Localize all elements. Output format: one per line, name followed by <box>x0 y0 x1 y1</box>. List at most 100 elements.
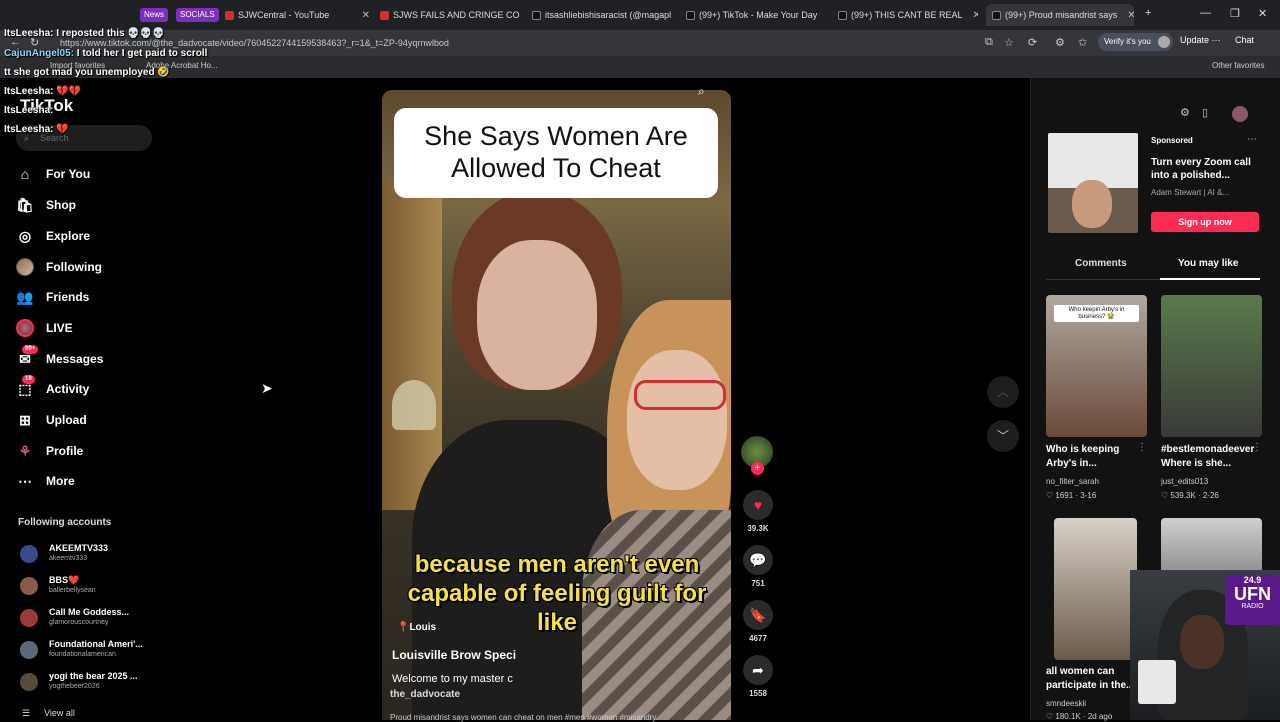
ad-text[interactable]: Turn every Zoom call into a polished... <box>1151 156 1261 182</box>
close-tab-icon[interactable]: ✕ <box>966 10 978 21</box>
sync-icon[interactable]: ⟳ <box>1028 36 1037 49</box>
following-accounts-heading: Following accounts <box>18 517 112 528</box>
verify-identity-button[interactable]: Verify it's you <box>1098 33 1173 51</box>
nav-explore[interactable]: ◎ Explore <box>16 224 90 248</box>
phone-icon[interactable]: ▯ <box>1202 106 1208 119</box>
share-button[interactable]: ➦ 1558 <box>742 655 774 698</box>
tab-tiktok-home[interactable]: (99+) TikTok - Make Your Day✕ <box>686 4 826 26</box>
video-username[interactable]: the_dadvocate <box>390 689 460 700</box>
extensions-icon[interactable]: ⚙ <box>1055 36 1065 49</box>
nav-friends[interactable]: 👥 Friends <box>16 285 89 309</box>
tab-proud-misandrist[interactable]: (99+) Proud misandrist says ✕ <box>986 4 1134 26</box>
close-tab-icon[interactable]: ✕ <box>675 10 677 21</box>
nav-following[interactable]: Following <box>16 255 102 279</box>
nav-live[interactable]: LIVE <box>16 316 73 340</box>
location-tag[interactable]: 📍Louis <box>397 622 436 633</box>
rec-more-icon[interactable]: ⋮ <box>1137 442 1147 453</box>
chat-user: ItsLeesha: <box>4 105 54 116</box>
minimize-icon[interactable]: — <box>1200 7 1211 19</box>
nav-shop[interactable]: 🛍 Shop <box>16 193 76 217</box>
settings-icon[interactable]: ⚙ <box>1180 106 1190 119</box>
sponsored-label: Sponsored <box>1151 136 1193 145</box>
nav-messages[interactable]: ✉ 99+ Messages <box>16 345 103 371</box>
tab-sjwcentral[interactable]: SJWCentral - YouTube ✕ <box>225 4 370 26</box>
ad-more-icon[interactable]: ⋯ <box>1247 134 1257 145</box>
browser-tab-bar: News SOCIALS SJWCentral - YouTube ✕ SJWS … <box>0 0 1280 30</box>
nav-activity[interactable]: ⬚ 18 Activity <box>16 375 89 401</box>
more-icon: ⋯ <box>18 472 32 489</box>
chat-text: tt she got mad you unemployed 🤣 <box>4 67 170 78</box>
close-tab-icon[interactable]: ✕ <box>821 10 826 21</box>
following-account[interactable]: AKEEMTV333 akeemtv333 <box>20 543 160 571</box>
rec-thumbnail[interactable] <box>1161 518 1262 578</box>
tab-you-may-like[interactable]: You may like <box>1178 258 1238 269</box>
tab-sjws-fails[interactable]: SJWS FAILS AND CRINGE COMP✕ <box>380 4 520 26</box>
rec-stats: ♡ 539.3K · 2-26 <box>1161 491 1219 500</box>
nav-label: For You <box>46 167 91 181</box>
video-search-icon[interactable]: ⌕ <box>698 84 705 99</box>
chat-text: 💔 <box>56 124 69 135</box>
rec-thumbnail[interactable] <box>1054 518 1137 660</box>
nav-upload[interactable]: ⊞ Upload <box>16 408 87 432</box>
video-background <box>382 180 442 510</box>
rec-title[interactable]: all women can participate in the... <box>1046 665 1142 693</box>
update-button[interactable]: Update ⋯ <box>1180 35 1221 46</box>
signup-button[interactable]: Sign up now <box>1151 212 1259 232</box>
message-icon: ✉ 99+ <box>16 345 39 368</box>
radio-station: UFN <box>1234 584 1271 604</box>
maximize-icon[interactable]: ❐ <box>1230 7 1240 20</box>
following-account[interactable]: Foundational Ameri'... foundationalameric… <box>20 639 160 667</box>
save-button[interactable]: 🔖 4677 <box>742 600 774 643</box>
rec-user[interactable]: smndeeskii <box>1046 699 1086 708</box>
share-count: 1558 <box>749 689 767 698</box>
comment-count: 751 <box>751 579 765 588</box>
nav-label: More <box>46 474 75 488</box>
nav-profile[interactable]: ⚘ Profile <box>16 439 84 463</box>
video-description: Welcome to my master c <box>392 673 513 685</box>
open-in-app-icon[interactable]: ⧉ <box>985 36 993 49</box>
close-tab-icon[interactable]: ✕ <box>356 10 370 21</box>
following-account[interactable]: BBS❤️ ballerbellysean <box>20 575 160 603</box>
ad-author: Adam Stewart | AI &... <box>1151 188 1230 197</box>
close-window-icon[interactable]: ✕ <box>1258 7 1267 20</box>
comment-button[interactable]: 💬 751 <box>742 545 774 588</box>
tab-comments[interactable]: Comments <box>1075 258 1127 269</box>
rec-title[interactable]: Who is keeping Arby's in... <box>1046 443 1142 471</box>
streamer-face <box>1180 615 1224 669</box>
new-tab-icon[interactable]: + <box>1145 7 1151 19</box>
rec-user[interactable]: no_filter_sarah <box>1046 477 1099 486</box>
previous-video-button[interactable]: ︿ <box>987 376 1019 408</box>
favorite-star-icon[interactable]: ☆ <box>1004 36 1014 49</box>
view-all-link[interactable]: ☰ View all <box>22 708 75 719</box>
following-account[interactable]: Call Me Goddess... glamorouscourtney <box>20 607 160 635</box>
favorites-icon[interactable]: ✩ <box>1078 36 1087 49</box>
tab-cant-be-real[interactable]: (99+) THIS CANT BE REAL ✕ <box>838 4 978 26</box>
follow-plus-icon[interactable]: + <box>751 462 764 475</box>
following-account[interactable]: yogi the bear 2025 ... yogthebeer2026 <box>20 671 160 699</box>
messages-badge: 99+ <box>22 345 39 354</box>
rec-more-icon[interactable]: ⋮ <box>1252 442 1262 453</box>
nav-for-you[interactable]: ⌂ For You <box>16 162 90 186</box>
tab-group-socials[interactable]: SOCIALS <box>176 8 219 22</box>
rec-title[interactable]: #bestlemonadeever Where is she... <box>1161 443 1257 471</box>
nav-more[interactable]: ⋯ More <box>16 469 75 493</box>
chat-text: I reposted this 💀💀💀 <box>56 28 165 39</box>
tab-itsashlie[interactable]: itsashliebishisaracist (@magapl✕ <box>532 4 677 26</box>
like-button[interactable]: ♥ 39.3K <box>742 490 774 533</box>
tab-group-news[interactable]: News <box>140 8 169 22</box>
tiktok-icon <box>992 10 1001 20</box>
close-tab-icon[interactable]: ✕ <box>1121 10 1134 21</box>
nav-label: Upload <box>46 413 87 427</box>
activity-icon: ⬚ 18 <box>16 375 35 398</box>
account-handle: glamorouscourtney <box>49 619 109 626</box>
rec-thumbnail[interactable]: Who keepin Arby's in business? 😭 <box>1046 295 1147 437</box>
chat-label: Chat <box>1235 35 1255 45</box>
user-avatar[interactable] <box>1232 106 1248 122</box>
bookmark-icon: 🔖 <box>743 600 773 630</box>
rec-thumbnail[interactable] <box>1161 295 1262 437</box>
tiktok-icon <box>532 10 541 20</box>
other-favorites[interactable]: Other favorites <box>1212 61 1264 70</box>
rec-user[interactable]: just_edits013 <box>1161 477 1208 486</box>
copilot-chat-button[interactable]: Chat <box>1235 35 1254 45</box>
next-video-button[interactable]: ﹀ <box>987 420 1019 452</box>
